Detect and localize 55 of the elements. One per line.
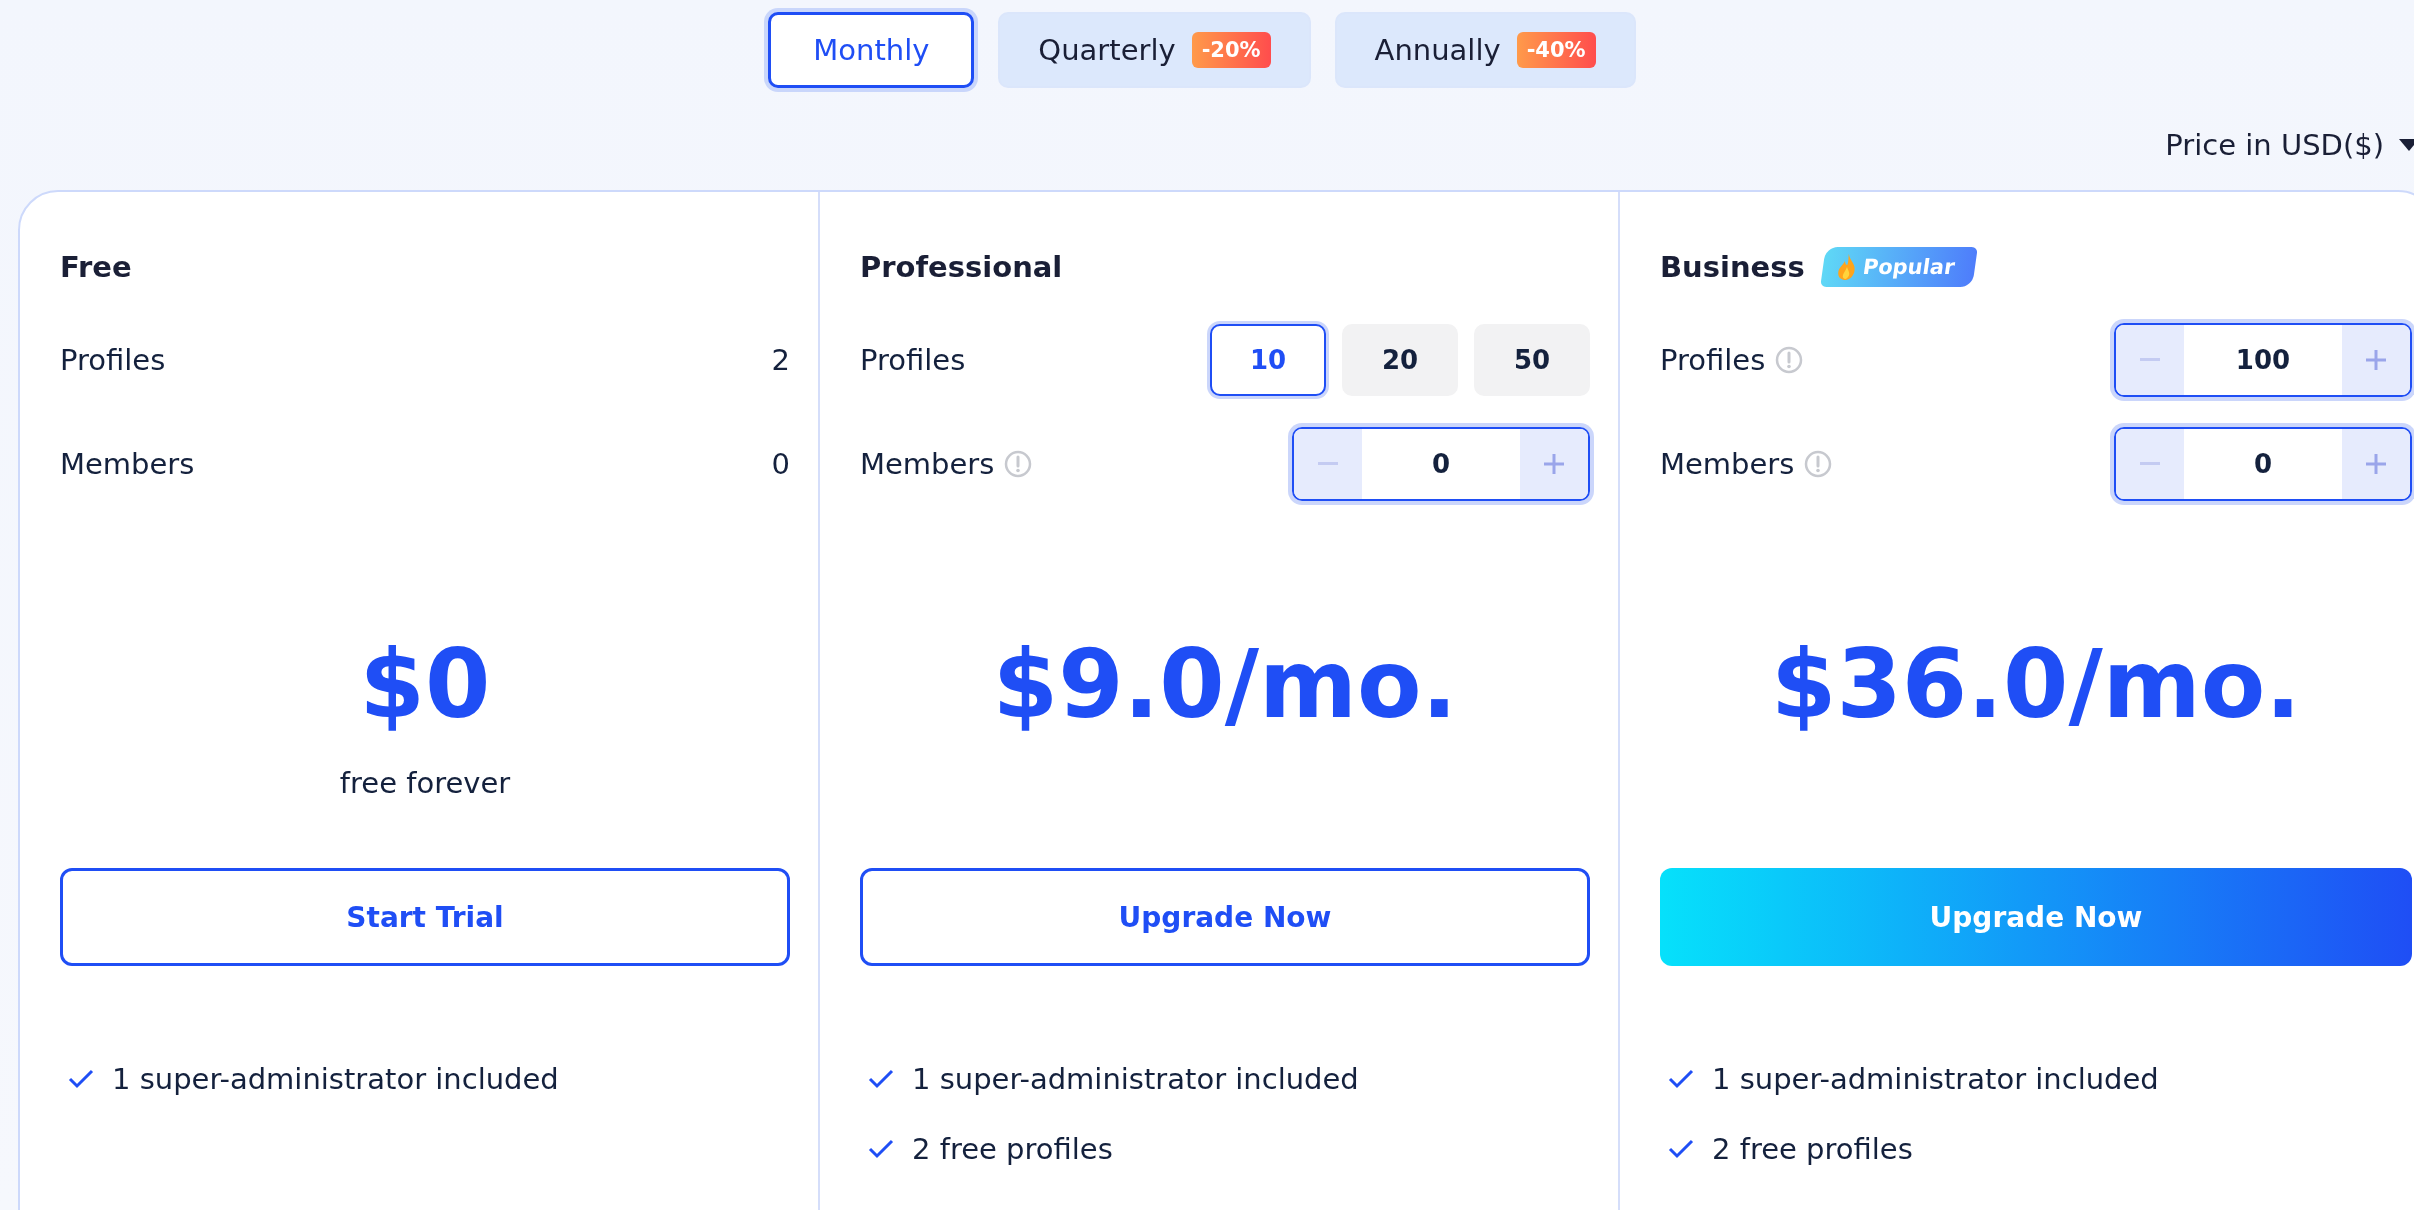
option-button[interactable]: 10 bbox=[1210, 324, 1326, 396]
check-icon bbox=[1668, 1139, 1694, 1159]
row-value: 0 bbox=[771, 447, 790, 481]
option-button[interactable]: 50 bbox=[1474, 324, 1590, 396]
billing-tab[interactable]: Annually -40% bbox=[1334, 12, 1636, 88]
plus-icon bbox=[2365, 349, 2387, 371]
plus-button[interactable] bbox=[2342, 429, 2410, 499]
plan-price: $9.0/mo. bbox=[992, 638, 1458, 732]
quantity-value[interactable]: 0 bbox=[2184, 429, 2342, 499]
plan-button[interactable]: Upgrade Now bbox=[860, 868, 1590, 966]
minus-button[interactable] bbox=[2116, 429, 2184, 499]
check-icon bbox=[868, 1069, 894, 1089]
option-button[interactable]: 20 bbox=[1342, 324, 1458, 396]
discount-badge: -20% bbox=[1191, 32, 1271, 68]
discount-badge: -40% bbox=[1516, 32, 1596, 68]
row-label: Members bbox=[860, 447, 995, 481]
row-label: Members bbox=[1660, 447, 1795, 481]
feature-text: 2 free profiles bbox=[1712, 1132, 1913, 1166]
check-icon bbox=[68, 1069, 94, 1089]
plan-name: Business bbox=[1660, 250, 1805, 284]
caret-icon bbox=[2398, 138, 2414, 152]
row-value: 2 bbox=[771, 343, 790, 377]
info-icon[interactable] bbox=[1775, 346, 1804, 374]
currency-dropdown[interactable]: Price in USD($) bbox=[2165, 128, 2414, 162]
quantity-value[interactable]: 100 bbox=[2184, 325, 2342, 395]
popular-badge: Popular bbox=[1820, 247, 1978, 287]
plan-price: $36.0/mo. bbox=[1771, 638, 2301, 732]
check-icon bbox=[868, 1139, 894, 1159]
quantity-value[interactable]: 0 bbox=[1362, 429, 1520, 499]
minus-icon bbox=[2140, 462, 2160, 466]
feature-text: 2 free profiles bbox=[912, 1132, 1113, 1166]
minus-button[interactable] bbox=[1294, 429, 1362, 499]
plan-name: Free bbox=[60, 250, 132, 284]
check-icon bbox=[1668, 1069, 1694, 1089]
plus-icon bbox=[2365, 453, 2387, 475]
feature-text: 1 super-administrator included bbox=[112, 1062, 559, 1096]
feature-text: 1 super-administrator included bbox=[912, 1062, 1359, 1096]
row-label: Profiles bbox=[860, 343, 966, 377]
plan-button[interactable]: Start Trial bbox=[60, 868, 790, 966]
plus-icon bbox=[1543, 453, 1565, 475]
billing-tab[interactable]: Quarterly -20% bbox=[998, 12, 1311, 88]
minus-icon bbox=[1318, 462, 1338, 466]
info-icon[interactable] bbox=[1804, 450, 1833, 478]
feature-text: 1 super-administrator included bbox=[1712, 1062, 2159, 1096]
price-note: free forever bbox=[339, 766, 511, 800]
info-icon[interactable] bbox=[1004, 450, 1033, 478]
row-label: Members bbox=[60, 447, 195, 481]
minus-icon bbox=[2140, 358, 2160, 362]
minus-button[interactable] bbox=[2116, 325, 2184, 395]
row-label: Profiles bbox=[1660, 343, 1766, 377]
plus-button[interactable] bbox=[2342, 325, 2410, 395]
row-label: Profiles bbox=[60, 343, 166, 377]
plan-name: Professional bbox=[860, 250, 1063, 284]
plus-button[interactable] bbox=[1520, 429, 1588, 499]
plan-price: $0 bbox=[359, 638, 491, 732]
